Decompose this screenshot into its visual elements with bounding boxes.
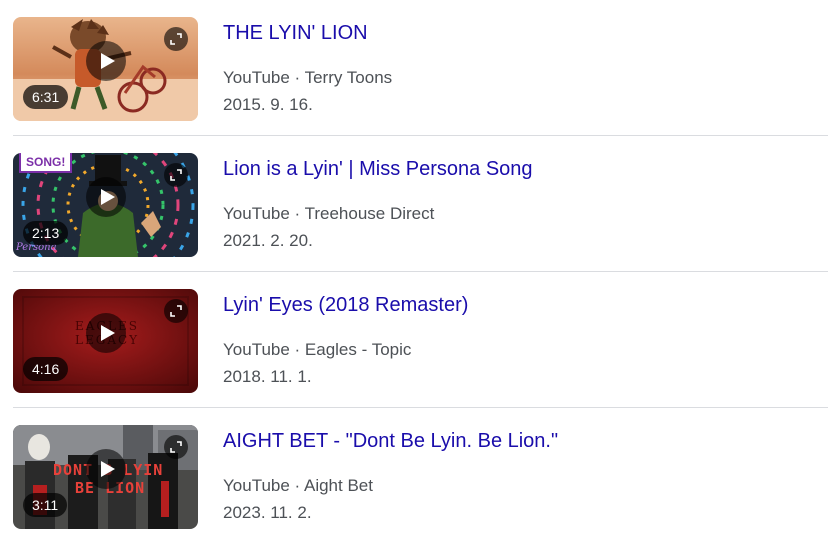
play-icon [100, 189, 115, 205]
song-badge: SONG! [19, 153, 73, 173]
result-source: YouTube · Terry Toons [223, 68, 393, 87]
play-icon [100, 53, 115, 69]
expand-icon [170, 305, 182, 317]
result-title-link[interactable]: Lion is a Lyin' | Miss Persona Song [223, 156, 823, 182]
expand-icon [170, 441, 182, 453]
play-icon [100, 325, 115, 341]
play-icon [100, 461, 115, 477]
result-date: 2018. 11. 1. [223, 367, 312, 386]
play-button[interactable] [86, 41, 126, 81]
video-thumbnail[interactable]: DONT B LYIN BE LION 3:11 [13, 425, 198, 529]
video-thumbnail[interactable]: SONG! Persona 2:13 [13, 153, 198, 257]
result-info: Lion is a Lyin' | Miss Persona Song YouT… [223, 153, 823, 252]
expand-button[interactable] [164, 299, 188, 323]
video-thumbnail[interactable]: 6:31 [13, 17, 198, 121]
result-source: YouTube · Treehouse Direct [223, 204, 435, 223]
video-duration: 3:11 [23, 493, 68, 517]
video-duration: 4:16 [23, 357, 69, 381]
play-button[interactable] [86, 177, 126, 217]
expand-button[interactable] [164, 163, 188, 187]
result-info: Lyin' Eyes (2018 Remaster) YouTube · Eag… [223, 289, 823, 388]
result-title-link[interactable]: AIGHT BET - "Dont Be Lyin. Be Lion." [223, 428, 823, 454]
video-result[interactable]: DONT B LYIN BE LION 3:11 AIGHT BET - "Do… [13, 425, 828, 543]
result-title-link[interactable]: THE LYIN' LION [223, 20, 823, 46]
result-date: 2015. 9. 16. [223, 95, 313, 114]
expand-button[interactable] [164, 27, 188, 51]
video-result[interactable]: 6:31 THE LYIN' LION YouTube · Terry Toon… [13, 17, 828, 136]
result-source: YouTube · Aight Bet [223, 476, 373, 495]
play-button[interactable] [86, 449, 126, 489]
video-result[interactable]: SONG! Persona 2:13 Lion is a Lyin' | Mis… [13, 153, 828, 272]
result-title-link[interactable]: Lyin' Eyes (2018 Remaster) [223, 292, 823, 318]
expand-icon [170, 169, 182, 181]
result-date: 2023. 11. 2. [223, 503, 312, 522]
expand-icon [170, 33, 182, 45]
video-duration: 6:31 [23, 85, 69, 109]
result-source: YouTube · Eagles - Topic [223, 340, 412, 359]
result-info: THE LYIN' LION YouTube · Terry Toons 201… [223, 17, 823, 116]
result-date: 2021. 2. 20. [223, 231, 313, 250]
play-button[interactable] [86, 313, 126, 353]
video-thumbnail[interactable]: EAGLESLEGACY 4:16 [13, 289, 198, 393]
result-info: AIGHT BET - "Dont Be Lyin. Be Lion." You… [223, 425, 823, 524]
video-result[interactable]: EAGLESLEGACY 4:16 Lyin' Eyes (2018 Remas… [13, 289, 828, 408]
video-results-list: 6:31 THE LYIN' LION YouTube · Terry Toon… [13, 17, 828, 560]
expand-button[interactable] [164, 435, 188, 459]
video-duration: 2:13 [23, 221, 69, 245]
